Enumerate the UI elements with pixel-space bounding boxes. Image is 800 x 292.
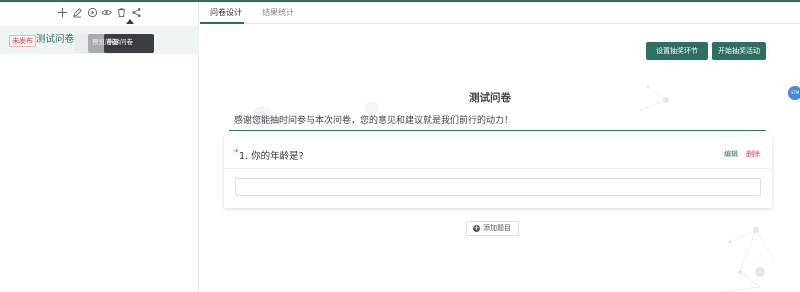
intro-underline	[229, 130, 766, 131]
question-card[interactable]: * 1. 你的年龄是? 编辑 删除	[224, 136, 772, 208]
survey-title[interactable]: 测试问卷	[200, 90, 780, 105]
delete-question-link[interactable]: 删除	[746, 149, 760, 159]
required-mark: *	[234, 148, 239, 158]
circle-play-icon[interactable]	[87, 7, 98, 18]
sidebar-toolbar	[0, 2, 199, 24]
tab-bar: 问卷设计 结果统计	[200, 2, 800, 24]
answer-input[interactable]	[235, 178, 761, 196]
survey-sidebar: 未发布 测试问卷 预览问卷 删除问卷	[0, 2, 199, 292]
plus-icon[interactable]	[57, 7, 68, 18]
edit-question-link[interactable]: 编辑	[724, 149, 738, 159]
survey-intro[interactable]: 感谢您能抽时间参与本次问卷，您的意见和建议就是我们前行的动力！	[234, 113, 513, 126]
prize-setting-button[interactable]: 设置抽奖环节	[646, 42, 708, 60]
share-icon[interactable]	[131, 7, 142, 18]
add-question-label: 添加题目	[483, 224, 511, 232]
survey-name[interactable]: 测试问卷	[36, 32, 74, 47]
floating-side-button[interactable]: STM	[788, 86, 800, 100]
hover-pill-ghost	[74, 34, 88, 53]
status-badge: 未发布	[9, 35, 36, 47]
tab-statistics[interactable]: 结果统计	[262, 7, 294, 18]
start-lottery-button[interactable]: 开始抽奖活动	[712, 42, 766, 60]
question-divider	[224, 168, 772, 169]
survey-editor: 问卷设计 结果统计 设置抽奖环节 开始抽奖活动 STM 测试问卷 感谢您能抽时间…	[200, 2, 800, 292]
tab-design[interactable]: 问卷设计	[210, 7, 242, 18]
tooltip-arrow	[126, 19, 134, 24]
tooltip-text: 删除问卷	[107, 38, 133, 46]
pencil-icon[interactable]	[72, 7, 83, 18]
add-question-button[interactable]: + 添加题目	[466, 221, 519, 236]
plus-circle-icon: +	[473, 224, 480, 232]
trash-icon[interactable]	[116, 7, 127, 18]
eye-icon[interactable]	[101, 7, 112, 18]
question-title: 1. 你的年龄是?	[239, 151, 304, 162]
active-tab-indicator	[200, 22, 244, 24]
